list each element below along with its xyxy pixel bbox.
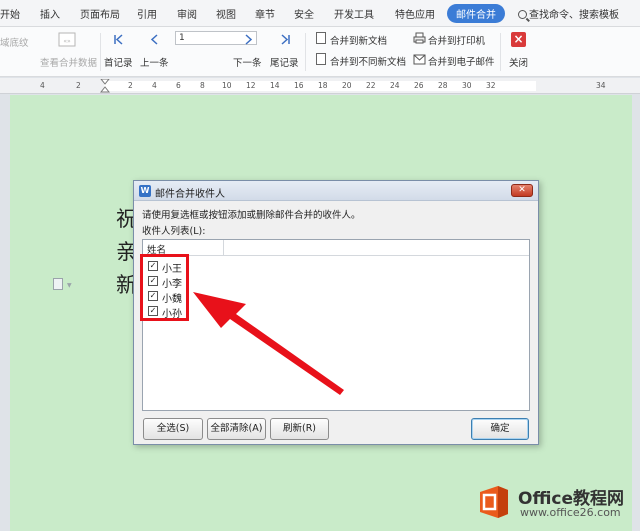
first-record-button[interactable]: 首记录 [104,55,133,69]
ruler-tick: 6 [176,81,181,90]
menu-references[interactable]: 引用 [137,6,157,21]
office-logo-icon [480,486,508,518]
dialog-title: 邮件合并收件人 [155,189,225,200]
recipient-list[interactable]: 姓名 ✓ 小王 ✓ 小李 ✓ 小魏 ✓ 小孙 [142,239,530,411]
ruler-tick: 26 [414,81,424,90]
paragraph-marker-icon[interactable] [53,278,63,290]
refresh-button[interactable]: 刷新(R) [270,418,329,440]
menu-page-layout[interactable]: 页面布局 [80,6,120,21]
search-label: 查找命令、搜索模板 [529,10,619,21]
merge-to-printer-button[interactable]: 合并到打印机 [428,33,485,47]
new-document-icon [316,32,326,44]
menu-mail-merge[interactable]: 邮件合并 [447,4,505,23]
ruler-tick: 18 [318,81,328,90]
ruler-tick: 16 [294,81,304,90]
toolbar-separator [305,33,306,71]
command-search[interactable]: 查找命令、搜索模板 [518,6,619,21]
merge-to-new-doc-button[interactable]: 合并到新文档 [330,33,387,47]
column-header[interactable]: 姓名 [143,240,529,256]
ruler-tick: 10 [222,81,232,90]
column-divider[interactable] [223,240,224,255]
merge-to-diff-docs-button[interactable]: 合并到不同新文档 [330,54,406,68]
multiple-documents-icon [316,53,326,65]
watermark-url: www.office26.com [520,506,621,519]
menu-developer[interactable]: 开发工具 [334,6,374,21]
close-icon[interactable]: ✕ [511,184,533,197]
indent-marker-icon[interactable] [100,79,110,93]
ruler-tick: 30 [462,81,472,90]
next-record-icon [245,34,253,45]
toolbar-separator [500,33,501,71]
merge-to-email-button[interactable]: 合并到电子邮件 [428,54,495,68]
ruler-tick: 34 [596,81,606,90]
menu-insert[interactable]: 插入 [40,6,60,21]
ruler-tick: 32 [486,81,496,90]
close-icon: × [511,32,526,47]
select-all-button[interactable]: 全选(S) [143,418,203,440]
app-logo-icon: W [139,185,151,197]
view-merged-data-button[interactable]: 查看合并数据 [40,55,97,69]
close-merge-button[interactable]: 关闭 [509,55,528,69]
ruler-tick: 24 [390,81,400,90]
ruler-tick: 4 [40,81,45,90]
mail-merge-recipients-dialog: W 邮件合并收件人 ✕ 请使用复选框或按钮添加或删除邮件合并的收件人。 收件人列… [133,180,539,445]
svg-text:«»: «» [63,38,71,45]
dialog-title-bar[interactable]: W 邮件合并收件人 ✕ [134,181,538,201]
ruler-tick: 22 [366,81,376,90]
prev-record-icon [150,34,158,45]
search-icon [518,10,527,19]
menu-bar: 开始 插入 页面布局 引用 审阅 视图 章节 安全 开发工具 特色应用 邮件合并… [0,0,640,27]
mail-merge-toolbar: 域底纹 «» 查看合并数据 首记录 上一条 1 下一条 尾记录 合并到新文档 合… [0,27,640,77]
recipient-list-label: 收件人列表(L): [142,226,206,237]
ruler-tick: 20 [342,81,352,90]
annotation-highlight-box [140,254,189,321]
menu-security[interactable]: 安全 [294,6,314,21]
first-record-icon [114,34,123,45]
last-record-button[interactable]: 尾记录 [270,55,299,69]
chevron-down-icon: ▼ [67,282,72,289]
ruler-tick: 12 [246,81,256,90]
prev-record-button[interactable]: 上一条 [140,55,169,69]
dialog-instruction: 请使用复选框或按钮添加或删除邮件合并的收件人。 [142,210,361,221]
ruler-tick: 8 [200,81,205,90]
ruler-tick: 4 [152,81,157,90]
view-merged-data-icon: «» [58,32,76,47]
ok-button[interactable]: 确定 [471,418,529,440]
menu-review[interactable]: 审阅 [177,6,197,21]
menu-special-apps[interactable]: 特色应用 [395,6,435,21]
ruler-tick: 28 [438,81,448,90]
menu-chapter[interactable]: 章节 [255,6,275,21]
watermark: Office教程网 www.office26.com [470,480,635,525]
email-icon [413,54,426,65]
printer-icon [413,32,426,44]
horizontal-ruler[interactable]: 4 2 2 4 6 8 10 12 14 16 18 20 22 24 26 2… [0,78,640,94]
last-record-icon [281,34,290,45]
clear-all-button[interactable]: 全部清除(A) [207,418,266,440]
ruler-tick: 2 [128,81,133,90]
field-shading-label[interactable]: 域底纹 [0,35,29,49]
ruler-tick: 14 [270,81,280,90]
next-record-button[interactable]: 下一条 [233,55,262,69]
menu-view[interactable]: 视图 [216,6,236,21]
ruler-tick: 2 [76,81,81,90]
toolbar-separator [100,33,101,71]
menu-home[interactable]: 开始 [0,6,20,21]
